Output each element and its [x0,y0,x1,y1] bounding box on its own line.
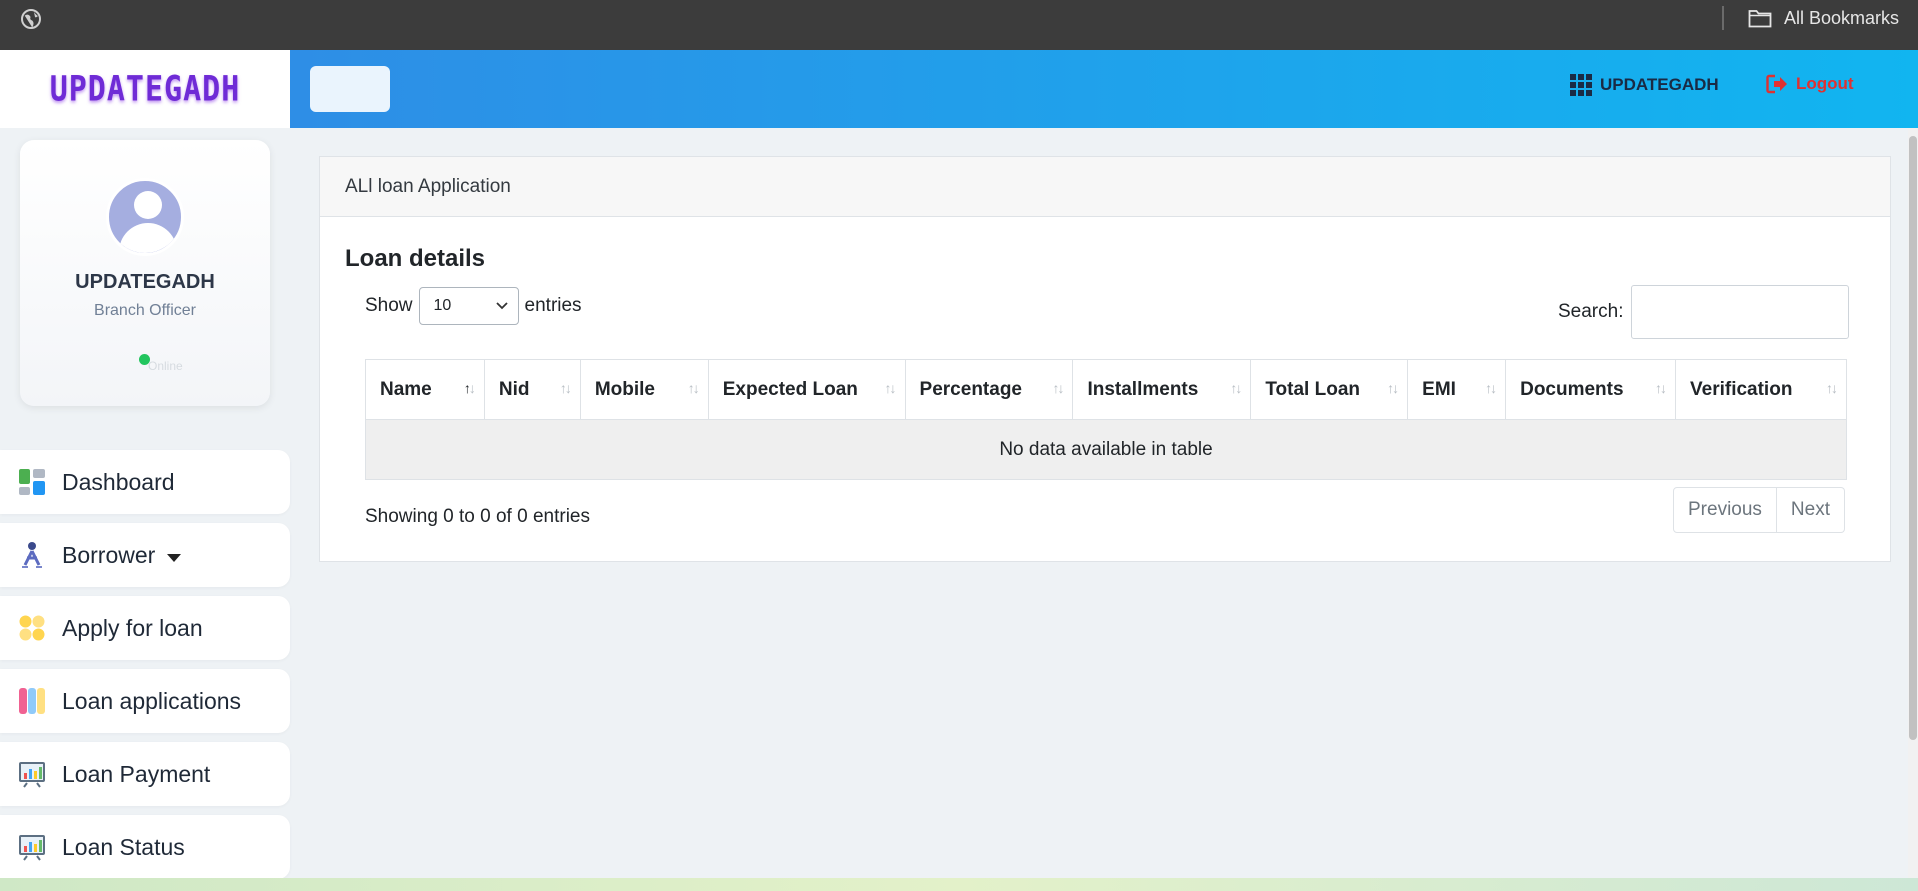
sort-icon: ↑↓ [1052,380,1064,396]
next-page-button[interactable]: Next [1776,487,1845,533]
sidebar-item-loan-status[interactable]: Loan Status [0,815,290,879]
sort-icon: ↑↓ [559,380,572,396]
page-length-select[interactable]: 10 [418,287,519,325]
grid-icon [1570,74,1594,96]
top-header: UPDATEGADH Logout [290,50,1918,128]
column-header-installments[interactable]: Installments ↑↓ [1072,359,1251,420]
sidebar-item-label: Borrower [62,541,156,568]
globe-icon[interactable] [20,8,42,30]
all-bookmarks-label: All Bookmarks [1784,7,1900,28]
sort-icon: ↑↓ [463,380,476,396]
sidebar-item-label: Apply for loan [62,614,203,641]
logout-button[interactable]: Logout [1766,74,1854,94]
loan-applications-card: ALl loan Application Loan details Show 1… [319,156,1891,562]
scrollbar-thumb[interactable] [1909,136,1917,740]
brand-logo-text: UPDATEGADH [49,68,241,110]
sidebar-item-label: Loan applications [62,687,242,714]
column-header-percentage[interactable]: Percentage ↑↓ [904,359,1073,420]
loan-status-icon [18,833,46,861]
sidebar-item-apply-for-loan[interactable]: Apply for loan [0,596,290,660]
sort-icon: ↑↓ [1485,380,1497,396]
profile-card: UPDATEGADH Branch Officer Online [20,140,270,406]
all-bookmarks-button[interactable]: All Bookmarks [1748,6,1899,30]
dashboard-icon [18,468,46,496]
header-brand-label: UPDATEGADH [1600,75,1719,94]
folder-icon [1748,10,1772,28]
column-header-verification[interactable]: Verification ↑↓ [1675,359,1847,420]
table-header-row: Name ↑↓ Nid ↑↓ Mobile ↑↓ Expected Loan ↑↓ Pe… [365,359,1847,420]
avatar[interactable] [106,178,184,256]
logout-icon [1766,74,1787,94]
sort-icon: ↑↓ [687,380,700,396]
column-header-expected-loan[interactable]: Expected Loan ↑↓ [707,359,906,420]
show-label: Show [365,295,413,316]
sort-icon: ↑↓ [1826,380,1838,396]
profile-role: Branch Officer [94,302,196,319]
page-scrollbar[interactable] [1908,128,1918,880]
browser-bookmark-bar: All Bookmarks [0,0,1918,50]
loan-payment-icon [18,760,46,788]
logout-label: Logout [1796,74,1854,93]
loan-details-table: Name ↑↓ Nid ↑↓ Mobile ↑↓ Expected Loan ↑↓ Pe… [365,359,1847,480]
column-header-nid[interactable]: Nid ↑↓ [483,359,581,420]
column-header-mobile[interactable]: Mobile ↑↓ [579,359,709,420]
chevron-down-icon [167,554,182,562]
borrower-icon [18,541,46,569]
sidebar-item-label: Dashboard [62,468,175,495]
sidebar-item-label: Loan Status [62,833,185,860]
online-status-text: Online [148,359,183,373]
pagination: Previous Next [1673,487,1845,533]
loan-applications-icon [18,687,46,715]
search-control: Search: [1558,285,1850,339]
column-header-total-loan[interactable]: Total Loan ↑↓ [1250,359,1408,420]
page-title: Loan details [345,245,486,272]
column-header-name[interactable]: Name ↑↓ [365,359,485,420]
card-header: ALl loan Application [320,157,1890,217]
sidebar-item-label: Loan Payment [62,760,211,787]
table-row: No data available in table [365,419,1847,480]
page-length-control: Show 10 entries [365,287,582,325]
search-label: Search: [1558,301,1624,322]
sidebar-item-loan-payment[interactable]: Loan Payment [0,742,290,806]
sort-icon: ↑↓ [1230,380,1242,396]
profile-name: UPDATEGADH [75,271,215,293]
sort-icon: ↑↓ [1387,380,1399,396]
header-brand-link[interactable]: UPDATEGADH [1570,74,1719,96]
chevron-down-icon [495,302,508,310]
bookmark-separator [1722,6,1724,30]
sidebar-item-loan-applications[interactable]: Loan applications [0,669,290,733]
entries-label: entries [524,295,582,316]
column-header-documents[interactable]: Documents ↑↓ [1505,359,1676,420]
sort-icon: ↑↓ [884,380,897,396]
sidebar-toggle-button[interactable] [310,66,390,112]
empty-table-message: No data available in table [365,419,1847,480]
apply-loan-icon [18,614,46,642]
page-length-value: 10 [433,297,452,314]
table-info: Showing 0 to 0 of 0 entries [365,506,590,527]
sidebar-item-borrower[interactable]: Borrower [0,523,290,587]
search-input[interactable] [1631,285,1850,339]
taskbar-strip [0,878,1918,891]
sidebar-brand[interactable]: UPDATEGADH [0,50,290,128]
sidebar-item-dashboard[interactable]: Dashboard [0,450,290,514]
previous-page-button[interactable]: Previous [1673,487,1777,533]
column-header-emi[interactable]: EMI ↑↓ [1407,359,1506,420]
sort-icon: ↑↓ [1655,380,1667,396]
